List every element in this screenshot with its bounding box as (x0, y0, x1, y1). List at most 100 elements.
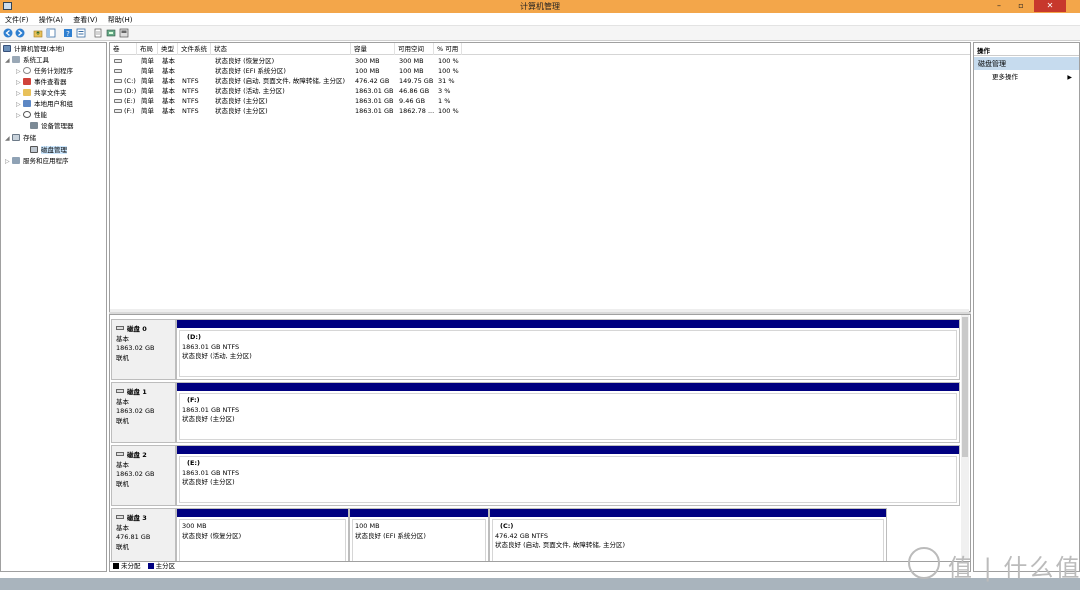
column-volume[interactable]: 卷 (110, 43, 137, 55)
window-title: 计算机管理 (520, 2, 560, 11)
disk-label[interactable]: 磁盘 1 基本 1863.02 GB 联机 (111, 382, 176, 443)
folder-up-icon[interactable] (33, 28, 43, 38)
column-percent-free[interactable]: % 可用 (434, 43, 462, 55)
close-button[interactable]: ✕ (1034, 0, 1066, 12)
disk-type: 基本 (116, 397, 129, 406)
tree-item-event-viewer[interactable]: ▷ 事件查看器 (16, 77, 67, 88)
disk-label[interactable]: 磁盘 2 基本 1863.02 GB 联机 (111, 445, 176, 506)
volume-name: (F:) (124, 107, 135, 115)
maximize-button[interactable]: ▫ (1012, 0, 1030, 12)
tree-item-disk-management[interactable]: 磁盘管理 (23, 145, 67, 156)
properties-icon[interactable] (76, 28, 86, 38)
partition[interactable]: (E:) 1863.01 GB NTFS 状态良好 (主分区) (176, 445, 960, 506)
more-actions-label: 更多操作 (992, 73, 1018, 81)
partition-size: 300 MB (182, 522, 207, 530)
column-layout[interactable]: 布局 (137, 43, 158, 55)
disk-label[interactable]: 磁盘 3 基本 476.81 GB 联机 (111, 508, 176, 561)
partition-size: 1863.01 GB NTFS (182, 468, 240, 477)
volume-free-space: 149.75 GB (399, 77, 434, 85)
disk-status: 联机 (116, 479, 129, 488)
partition[interactable]: 300 MB 状态良好 (恢复分区) (176, 508, 349, 561)
volume-icon (114, 109, 122, 113)
disk-name: 磁盘 1 (127, 388, 147, 396)
tree-item-local-users-groups[interactable]: ▷ 本地用户和组 (16, 99, 73, 110)
volume-type: 基本 (162, 97, 175, 105)
back-icon[interactable] (3, 28, 13, 38)
volume-percent-free: 100 % (438, 67, 459, 75)
minimize-button[interactable]: – (990, 0, 1008, 12)
partition-name: (D:) (187, 333, 201, 341)
scrollbar-thumb[interactable] (962, 317, 968, 457)
column-capacity[interactable]: 容量 (351, 43, 395, 55)
volume-status: 状态良好 (活动, 主分区) (215, 87, 285, 95)
table-row[interactable]: (E:) 简单 基本 NTFS 状态良好 (主分区) 1863.01 GB 9.… (110, 96, 970, 106)
table-row[interactable]: (D:) 简单 基本 NTFS 状态良好 (活动, 主分区) 1863.01 G… (110, 86, 970, 96)
primary-partition-bar (350, 509, 488, 517)
partition[interactable]: (D:) 1863.01 GB NTFS 状态良好 (活动, 主分区) (176, 319, 960, 380)
menu-view[interactable]: 查看(V) (68, 13, 100, 25)
disk-status: 联机 (116, 542, 129, 551)
partition[interactable]: (C:) 476.42 GB NTFS 状态良好 (启动, 页面文件, 故障转储… (489, 508, 887, 561)
help-icon[interactable]: ? (63, 28, 73, 38)
disk-row: 磁盘 1 基本 1863.02 GB 联机 (F:) 1863.01 GB NT… (110, 382, 960, 443)
tree-item-computer-management[interactable]: 计算机管理(本地) (3, 44, 65, 55)
forward-icon[interactable] (15, 28, 25, 38)
column-free-space[interactable]: 可用空间 (395, 43, 434, 55)
settings-icon[interactable] (106, 28, 116, 38)
more-actions-link[interactable]: 更多操作 ▶ (974, 72, 1079, 83)
menu-file[interactable]: 文件(F) (0, 13, 32, 25)
actions-section-disk-management[interactable]: 磁盘管理 (974, 57, 1079, 70)
primary-swatch (147, 563, 154, 569)
show-tree-icon[interactable] (46, 28, 56, 38)
clock-icon (23, 67, 31, 74)
tree-item-system-tools[interactable]: ◢ 系统工具 (5, 55, 49, 66)
column-status[interactable]: 状态 (211, 43, 351, 55)
primary-partition-bar (177, 446, 959, 454)
volume-layout: 简单 (141, 67, 154, 75)
actions-header: 操作 (974, 43, 1079, 56)
tree-item-performance[interactable]: ▷ 性能 (16, 110, 47, 121)
tree-item-task-scheduler[interactable]: ▷ 任务计划程序 (16, 66, 73, 77)
table-row[interactable]: 简单 基本 状态良好 (EFI 系统分区) 100 MB 100 MB 100 … (110, 66, 970, 76)
disk-label[interactable]: 磁盘 0 基本 1863.02 GB 联机 (111, 319, 176, 380)
volume-capacity: 476.42 GB (355, 77, 390, 85)
volume-list: 卷 布局 类型 文件系统 状态 容量 可用空间 % 可用 简单 基本 状态良好 … (109, 42, 971, 312)
table-row[interactable]: (C:) 简单 基本 NTFS 状态良好 (启动, 页面文件, 故障转储, 主分… (110, 76, 970, 86)
disk-icon (116, 515, 124, 519)
menu-help[interactable]: 帮助(H) (103, 13, 136, 25)
chevron-right-icon: ▶ (1067, 74, 1072, 81)
partition-status: 状态良好 (主分区) (182, 478, 235, 486)
column-filesystem[interactable]: 文件系统 (178, 43, 211, 55)
tree-item-storage[interactable]: ◢ 存储 (5, 133, 36, 144)
volume-capacity: 300 MB (355, 57, 380, 65)
disk-icon[interactable] (119, 28, 129, 38)
partition-name: (E:) (187, 459, 200, 467)
legend-primary: 主分区 (155, 562, 176, 570)
partition[interactable]: (F:) 1863.01 GB NTFS 状态良好 (主分区) (176, 382, 960, 443)
partition-size: 100 MB (355, 522, 380, 530)
volume-status: 状态良好 (启动, 页面文件, 故障转储, 主分区) (215, 77, 346, 85)
tree-item-device-manager[interactable]: 设备管理器 (23, 121, 74, 132)
tree-item-services-applications[interactable]: ▷ 服务和应用程序 (5, 156, 69, 167)
partition[interactable]: 100 MB 状态良好 (EFI 系统分区) (349, 508, 489, 561)
disk-row: 磁盘 0 基本 1863.02 GB 联机 (D:) 1863.01 GB NT… (110, 319, 960, 380)
volume-filesystem: NTFS (182, 77, 199, 85)
disk-name: 磁盘 0 (127, 325, 147, 333)
primary-partition-bar (177, 509, 348, 517)
watermark-logo-icon (908, 547, 940, 579)
menu-action[interactable]: 操作(A) (34, 13, 66, 25)
tree-item-shared-folders[interactable]: ▷ 共享文件夹 (16, 88, 67, 99)
disk-size: 1863.02 GB (116, 344, 155, 352)
volume-filesystem (178, 66, 211, 76)
disk-type: 基本 (116, 523, 129, 532)
volume-capacity: 1863.01 GB (355, 97, 394, 105)
volume-free-space: 1862.78 ... (399, 107, 434, 115)
table-row[interactable]: 简单 基本 状态良好 (恢复分区) 300 MB 300 MB 100 % (110, 56, 970, 66)
partition-name: (F:) (187, 396, 200, 404)
title-bar: 计算机管理 – ▫ ✕ (0, 0, 1080, 13)
volume-percent-free: 3 % (438, 87, 451, 95)
vertical-scrollbar[interactable] (961, 315, 969, 560)
export-icon[interactable] (93, 28, 103, 38)
table-row[interactable]: (F:) 简单 基本 NTFS 状态良好 (主分区) 1863.01 GB 18… (110, 106, 970, 116)
column-type[interactable]: 类型 (158, 43, 178, 55)
